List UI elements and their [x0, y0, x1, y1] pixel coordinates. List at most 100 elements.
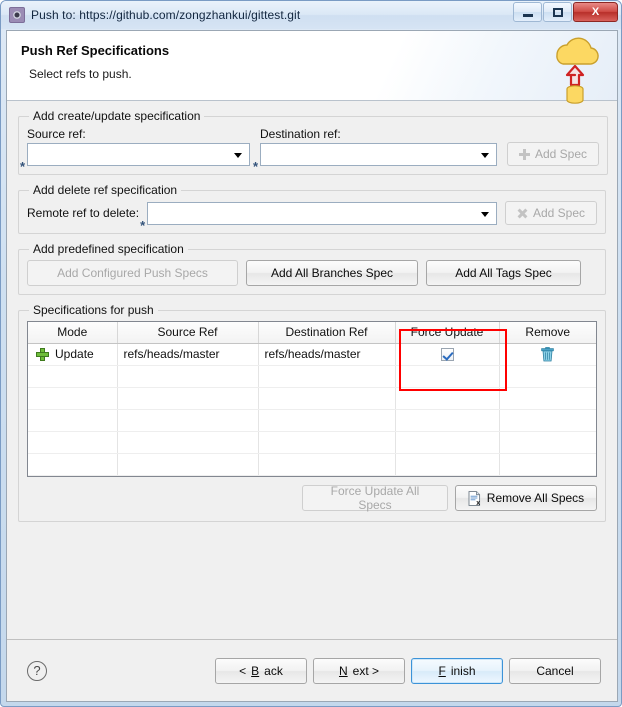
source-ref-combo[interactable] — [27, 143, 250, 166]
column-header-force-update[interactable]: Force Update — [395, 322, 500, 344]
maximize-icon — [552, 7, 563, 17]
group-specifications-for-push: Specifications for push Mode Source Ref … — [18, 303, 606, 522]
table-action-bar: Force Update All Specs x Remove All Spec… — [27, 484, 597, 512]
green-plus-icon — [36, 347, 49, 361]
back-button[interactable]: < Back — [215, 657, 307, 684]
cell-empty — [395, 387, 500, 410]
table-row[interactable] — [28, 387, 596, 410]
footer-button-group: < Back Next > Finish Cancel — [215, 657, 601, 684]
cell-empty — [117, 475, 259, 476]
cell-destination-ref: refs/heads/master — [258, 342, 396, 366]
cancel-button[interactable]: Cancel — [509, 657, 601, 684]
cell-empty — [258, 475, 396, 476]
destination-ref-combo[interactable] — [260, 143, 497, 166]
column-header-source-ref[interactable]: Source Ref — [117, 322, 259, 344]
group-add-delete-ref: Add delete ref specification Remote ref … — [18, 183, 606, 234]
force-update-all-specs-button[interactable]: Force Update All Specs — [302, 484, 448, 512]
group-add-predefined: Add predefined specification Add Configu… — [18, 242, 606, 295]
source-ref-label: Source ref: — [27, 127, 86, 141]
table-row[interactable] — [28, 475, 596, 476]
cell-empty — [28, 431, 118, 454]
document-delete-icon: x — [468, 490, 480, 506]
group-legend-predefined: Add predefined specification — [33, 242, 184, 256]
cell-empty — [395, 431, 500, 454]
title-bar[interactable]: Push to: https://github.com/zongzhankui/… — [1, 1, 621, 29]
specifications-table-container[interactable]: Mode Source Ref Destination Ref Force Up… — [27, 321, 597, 477]
add-spec-delete-button[interactable]: Add Spec — [505, 201, 597, 225]
cell-mode-label: Update — [55, 347, 94, 361]
x-icon — [517, 208, 528, 219]
remove-all-specs-button[interactable]: x Remove All Specs — [455, 485, 597, 511]
cell-empty — [499, 453, 596, 476]
cell-empty — [499, 475, 596, 476]
remote-ref-label: Remote ref to delete: — [27, 206, 140, 220]
force-update-checkbox[interactable] — [440, 348, 454, 362]
source-ref-combo-wrap: * — [20, 143, 250, 173]
remote-ref-combo[interactable] — [147, 202, 497, 225]
table-row[interactable] — [28, 431, 596, 454]
destination-ref-combo-wrap: * — [253, 143, 497, 173]
window-title: Push to: https://github.com/zongzhankui/… — [31, 8, 301, 22]
cell-empty — [258, 453, 396, 476]
table-row[interactable] — [28, 409, 596, 432]
help-icon[interactable]: ? — [27, 660, 47, 681]
svg-text:x: x — [476, 500, 480, 506]
cell-empty — [28, 453, 118, 476]
cell-empty — [258, 387, 396, 410]
column-header-mode[interactable]: Mode — [28, 322, 118, 344]
close-icon: X — [591, 6, 600, 18]
force-update-all-specs-label: Force Update All Specs — [330, 484, 420, 512]
cell-source-ref: refs/heads/master — [117, 342, 259, 366]
next-button[interactable]: Next > — [313, 657, 405, 684]
table-header-row: Mode Source Ref Destination Ref Force Up… — [28, 322, 596, 344]
cell-empty — [499, 387, 596, 410]
page-title: Push Ref Specifications — [21, 43, 170, 58]
gear-icon — [9, 7, 25, 23]
cell-empty — [117, 365, 259, 388]
cell-empty — [258, 365, 396, 388]
cell-empty — [499, 365, 596, 388]
table-row[interactable] — [28, 365, 596, 388]
column-header-destination-ref[interactable]: Destination Ref — [258, 322, 396, 344]
cell-empty — [117, 387, 259, 410]
minimize-icon — [522, 13, 533, 17]
page-subtitle: Select refs to push. — [29, 67, 132, 81]
cell-empty — [28, 475, 118, 476]
add-all-branches-spec-button[interactable]: Add All Branches Spec — [246, 260, 418, 286]
minimize-button[interactable] — [513, 2, 542, 22]
cell-empty — [28, 409, 118, 432]
cell-force-update[interactable] — [395, 342, 500, 366]
dialog-footer: ? < Back Next > Finish Cancel — [7, 639, 617, 701]
group-legend-create-update: Add create/update specification — [33, 109, 201, 123]
add-spec-delete-label: Add Spec — [532, 206, 586, 220]
table-row[interactable] — [28, 453, 596, 476]
trash-icon[interactable] — [541, 346, 555, 362]
add-all-tags-spec-button[interactable]: Add All Tags Spec — [426, 260, 581, 286]
window-controls: X — [512, 2, 618, 22]
close-button[interactable]: X — [573, 2, 618, 22]
cell-empty — [258, 409, 396, 432]
add-spec-create-button[interactable]: Add Spec — [507, 142, 599, 166]
cell-empty — [395, 409, 500, 432]
column-header-remove[interactable]: Remove — [499, 322, 596, 344]
maximize-button[interactable] — [543, 2, 572, 22]
table-row[interactable]: Update refs/heads/master refs/heads/mast… — [28, 342, 596, 366]
cell-empty — [395, 475, 500, 476]
specifications-table: Mode Source Ref Destination Ref Force Up… — [28, 322, 596, 476]
add-all-branches-spec-label: Add All Branches Spec — [270, 266, 394, 280]
source-ref-required-marker: * — [20, 159, 26, 174]
remote-ref-required-marker: * — [140, 218, 146, 233]
destination-ref-label: Destination ref: — [260, 127, 341, 141]
chevron-down-icon — [234, 152, 242, 158]
group-add-create-update: Add create/update specification Source r… — [18, 109, 608, 175]
add-configured-push-specs-button[interactable]: Add Configured Push Specs — [27, 260, 238, 286]
group-legend-delete-ref: Add delete ref specification — [33, 183, 178, 197]
add-spec-create-label: Add Spec — [534, 147, 588, 161]
chevron-down-icon — [481, 152, 489, 158]
finish-button[interactable]: Finish — [411, 657, 503, 684]
cell-remove[interactable] — [499, 342, 596, 366]
cloud-push-icon — [556, 37, 599, 104]
chevron-down-icon — [481, 211, 489, 217]
cell-empty — [28, 387, 118, 410]
wizard-content: Add create/update specification Source r… — [7, 101, 617, 639]
